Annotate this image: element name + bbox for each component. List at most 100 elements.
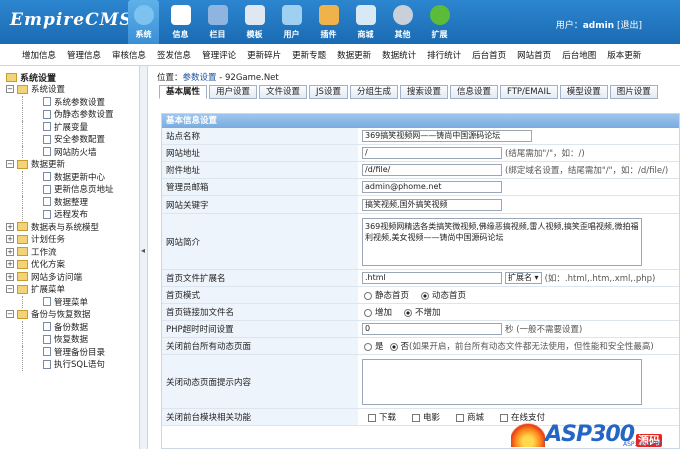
tree-leaf[interactable]: 更新信息页地址 [22, 183, 139, 196]
checkbox-icon[interactable] [412, 413, 421, 422]
top-nav-globe[interactable]: 系统 [128, 0, 159, 44]
tree-group[interactable]: − 扩展菜单 [6, 283, 139, 296]
top-nav-plus[interactable]: 扩展 [424, 0, 455, 44]
module-option[interactable]: 商城 [450, 411, 484, 423]
radio-checked-icon[interactable] [404, 308, 413, 317]
menu-item[interactable]: 网站首页 [517, 49, 551, 61]
tree-leaf[interactable]: 数据整理 [22, 195, 139, 208]
tree-leaf[interactable]: 数据更新中心 [22, 170, 139, 183]
top-nav-folder[interactable]: 栏目 [202, 0, 233, 44]
menu-item[interactable]: 版本更新 [607, 49, 641, 61]
tree-group[interactable]: + 网站多访问端 [6, 271, 139, 284]
site-url-input[interactable]: / [362, 147, 502, 159]
email-input[interactable]: admin@phome.net [362, 181, 502, 193]
crumb-link[interactable]: 参数设置 [183, 73, 217, 83]
attach-url-input[interactable]: /d/file/ [362, 164, 502, 176]
top-nav-tools[interactable]: 插件 [313, 0, 344, 44]
collapse-icon[interactable]: − [6, 85, 14, 94]
expand-icon[interactable]: + [6, 222, 14, 231]
tree-group[interactable]: − 备份与恢复数据 [6, 308, 139, 321]
menu-item[interactable]: 签发信息 [157, 49, 191, 61]
index-mode-static[interactable]: 静态首页 [362, 289, 409, 301]
tree-leaf[interactable]: 备份数据 [22, 320, 139, 333]
checkbox-icon[interactable] [368, 413, 376, 422]
menu-item[interactable]: 增加信息 [22, 49, 56, 61]
tree-group[interactable]: + 计划任务 [6, 233, 139, 246]
tab[interactable]: 搜索设置 [399, 85, 448, 99]
tab[interactable]: JS设置 [309, 85, 348, 99]
expand-icon[interactable]: + [6, 247, 14, 256]
tab[interactable]: 用户设置 [209, 85, 258, 99]
menu-item[interactable]: 管理评论 [202, 49, 236, 61]
menu-item[interactable]: 数据统计 [382, 49, 416, 61]
tree-leaf[interactable]: 扩展变量 [22, 120, 139, 133]
expand-icon[interactable]: + [6, 272, 14, 281]
menu-item[interactable]: 更新专题 [292, 49, 326, 61]
expand-icon[interactable]: + [6, 235, 14, 244]
tree-group[interactable]: + 优化方案 [6, 258, 139, 271]
menu-item[interactable]: 后台首页 [472, 49, 506, 61]
tree-leaf[interactable]: 恢复数据 [22, 333, 139, 346]
checkbox-icon[interactable] [456, 413, 465, 422]
close-dynamic-yes[interactable]: 是 [362, 340, 384, 352]
top-nav-template[interactable]: 模板 [239, 0, 270, 44]
checkbox-icon[interactable] [500, 413, 509, 422]
tree-group[interactable]: + 数据表与系统模型 [6, 221, 139, 234]
tree-root[interactable]: 系统设置 [6, 71, 139, 84]
tab[interactable]: 图片设置 [609, 85, 658, 99]
tree-leaf[interactable]: 系统参数设置 [22, 95, 139, 108]
radio-icon[interactable] [364, 342, 372, 351]
index-link-noadd[interactable]: 不增加 [402, 306, 441, 318]
module-option[interactable]: 下载 [362, 411, 396, 423]
tree-leaf[interactable]: 管理备份目录 [22, 345, 139, 358]
keywords-input[interactable]: 搞笑视频,国外搞笑视频 [362, 198, 502, 211]
tree-leaf[interactable]: 管理菜单 [22, 295, 139, 308]
menu-item[interactable]: 管理信息 [67, 49, 101, 61]
tree-leaf[interactable]: 执行SQL语句 [22, 358, 139, 371]
index-ext-select[interactable]: 扩展名 ▾ [505, 272, 542, 284]
index-mode-dynamic[interactable]: 动态首页 [419, 289, 466, 301]
module-option-label: 商城 [467, 413, 485, 423]
tree-leaf[interactable]: 安全参数配置 [22, 133, 139, 146]
top-nav-document[interactable]: 信息 [165, 0, 196, 44]
radio-checked-icon[interactable] [421, 291, 430, 300]
tree-leaf[interactable]: 网站防火墙 [22, 145, 139, 158]
collapse-icon[interactable]: − [6, 310, 14, 319]
close-dynamic-no[interactable]: 否(如果开启，前台所有动态文件都无法使用，但性能和安全性最高) [388, 340, 654, 352]
top-nav-user[interactable]: 用户 [276, 0, 307, 44]
logout-link[interactable]: [退出] [617, 21, 642, 31]
tab[interactable]: 文件设置 [259, 85, 308, 99]
intro-textarea[interactable]: 369视频网精选各类搞笑微视频,佛缘恶搞视频,雷人视频,搞笑歪唱视频,微拍福利视… [362, 217, 642, 266]
tree-group[interactable]: + 工作流 [6, 246, 139, 259]
collapse-arrow-icon[interactable]: ◂ [141, 246, 145, 255]
index-ext-input[interactable]: .html [362, 272, 502, 284]
tree-group[interactable]: − 数据更新 [6, 158, 139, 171]
timeout-input[interactable]: 0 [362, 323, 502, 335]
menu-item[interactable]: 排行统计 [427, 49, 461, 61]
site-name-input[interactable]: 369搞笑视频网——铸尚中国源码论坛 [362, 130, 532, 142]
top-nav-gear[interactable]: 其他 [387, 0, 418, 44]
collapse-icon[interactable]: − [6, 160, 14, 169]
tree-group[interactable]: − 系统设置 [6, 83, 139, 96]
tab[interactable]: FTP/EMAIL [500, 85, 558, 99]
menu-item[interactable]: 后台地图 [562, 49, 596, 61]
expand-icon[interactable]: + [6, 260, 14, 269]
close-tip-textarea[interactable] [362, 358, 642, 405]
tree-leaf[interactable]: 远程发布 [22, 208, 139, 221]
tree-leaf[interactable]: 伪静态参数设置 [22, 108, 139, 121]
radio-checked-icon[interactable] [389, 342, 398, 351]
module-option[interactable]: 电影 [406, 411, 440, 423]
menu-item[interactable]: 更新碎片 [247, 49, 281, 61]
radio-icon[interactable] [364, 308, 372, 317]
menu-item[interactable]: 审核信息 [112, 49, 146, 61]
menu-item[interactable]: 数据更新 [337, 49, 371, 61]
collapse-icon[interactable]: − [6, 285, 14, 294]
tab[interactable]: 信息设置 [449, 85, 498, 99]
tab[interactable]: 模型设置 [559, 85, 608, 99]
sidebar-splitter[interactable]: ◂ [140, 66, 148, 449]
tab[interactable]: 基本属性 [159, 85, 208, 99]
tab[interactable]: 分组生成 [349, 85, 398, 99]
index-link-add[interactable]: 增加 [362, 306, 392, 318]
radio-icon[interactable] [364, 291, 372, 300]
top-nav-shop[interactable]: 商城 [350, 0, 381, 44]
